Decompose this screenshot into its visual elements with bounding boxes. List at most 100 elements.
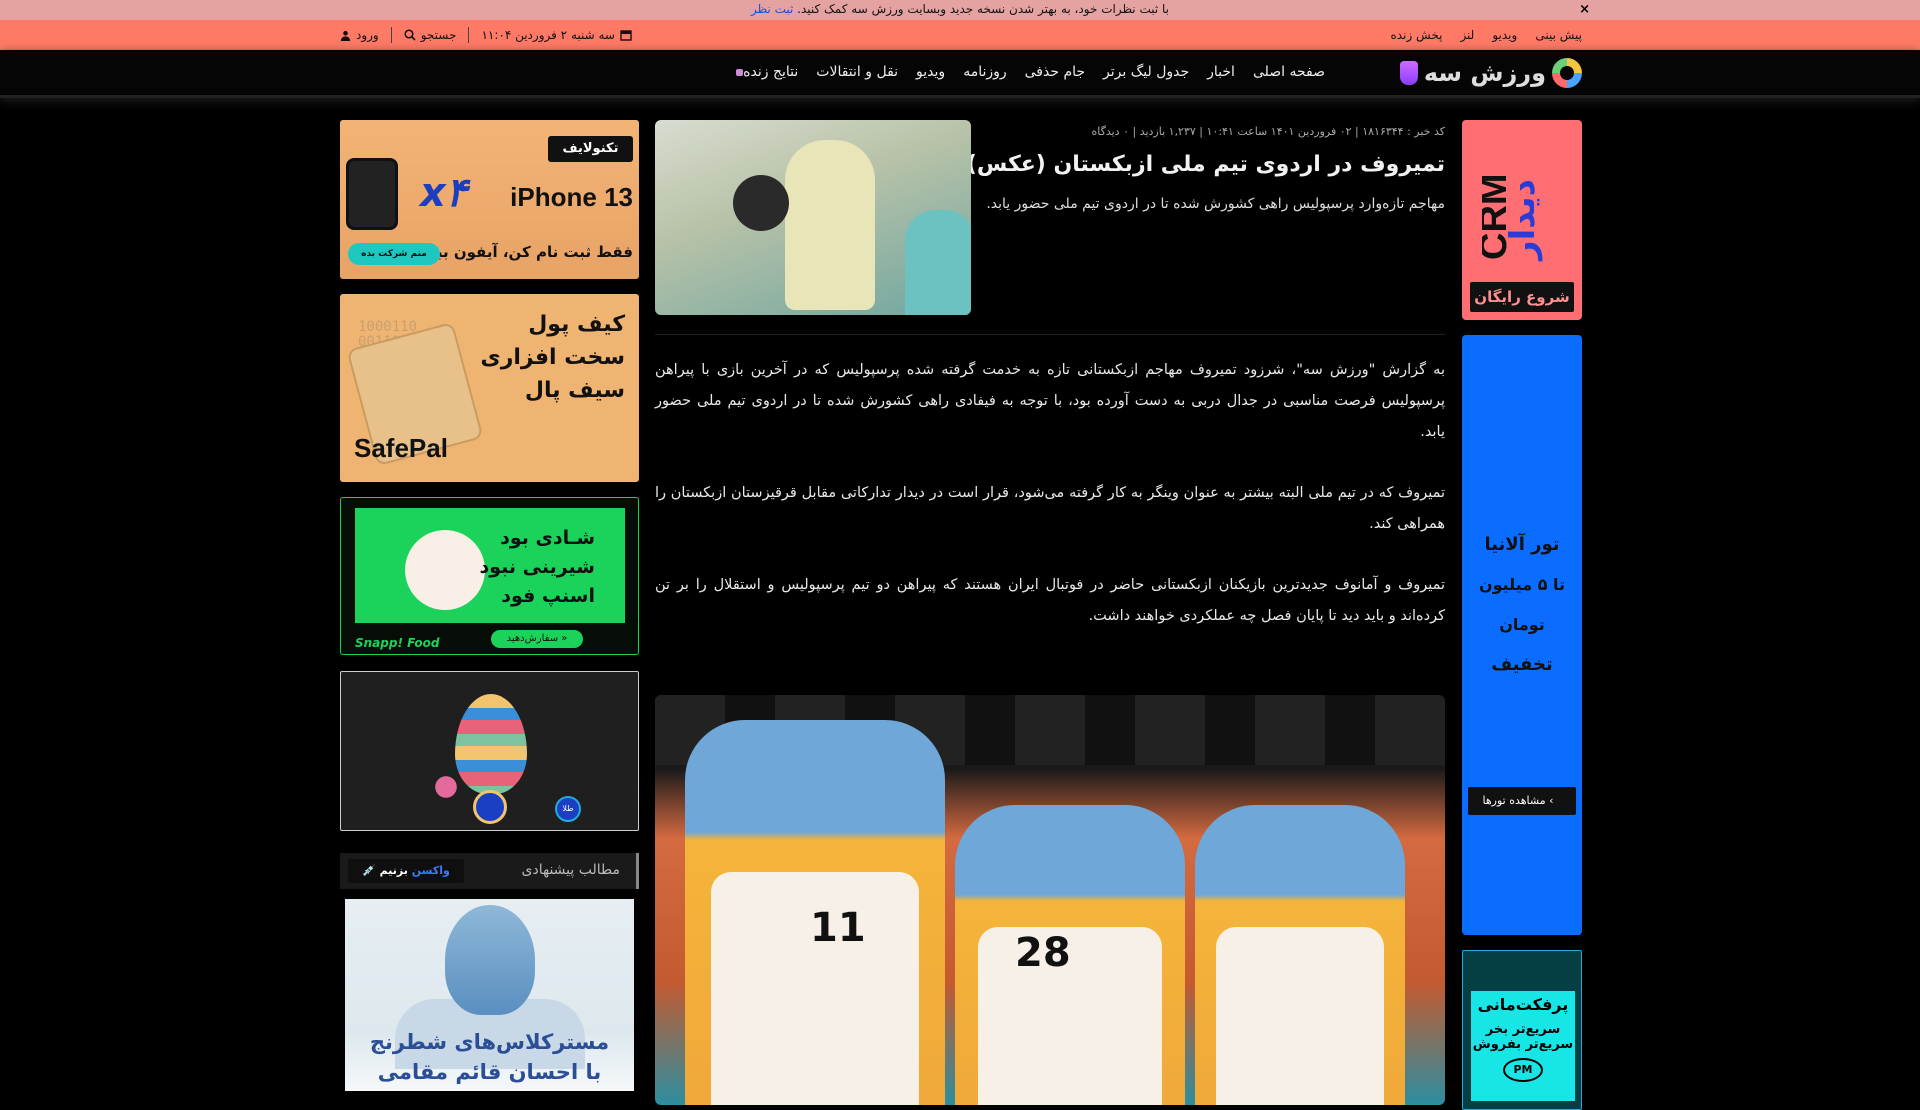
suggested-header: مطالب پیشنهادی واکسن بزنیم 💉	[340, 853, 639, 889]
coin-label: طلا	[562, 804, 574, 813]
crm-word-crm: CRM	[1482, 173, 1515, 260]
suggested-title: مطالب پیشنهادی	[521, 862, 620, 878]
perfectmoney-logo: PM	[1503, 1058, 1543, 1082]
article-paragraph: به گزارش "ورزش سه"، شرزود تمیروف مهاجم ا…	[655, 362, 1445, 440]
top-link-prediction[interactable]: پیش بینی	[1535, 28, 1582, 42]
top-links: پیش بینی ویدیو لنز پخش زنده	[1391, 20, 1582, 50]
x4-label: x۴	[420, 170, 468, 216]
safepal-line: کیف پول	[528, 312, 625, 337]
nav-item-live-results[interactable]: نتایج زنده	[732, 64, 798, 80]
player-figure	[785, 140, 875, 310]
article-thumbnail	[655, 120, 971, 315]
nowruz-ad[interactable]: طلا	[340, 671, 639, 831]
safepal-logo: SafePal	[354, 433, 448, 463]
person-face	[445, 905, 535, 1015]
logo-text: ورزش سه	[1423, 59, 1547, 87]
technolife-cta-text: فقط ثبت نام کن، آیفون ببر!	[420, 243, 633, 261]
perfectmoney-ad[interactable]: پرفکت‌مانی سریع‌تر بخر سریع‌تر بفروش PM	[1462, 950, 1582, 1110]
top-link-lens[interactable]: لنز	[1460, 28, 1474, 42]
search-button[interactable]: جستجو	[404, 28, 457, 42]
top-actions: ورود جستجو سه شنبه ۲ فروردین ۱۱:۰۴	[340, 20, 632, 50]
main-navbar: ورزش سه صفحه اصلی اخبار جدول لیگ برتر جا…	[0, 50, 1920, 98]
nav-item-transfers[interactable]: نقل و انتقالات	[816, 64, 898, 80]
chess-masterclass-card[interactable]: مسترکلاس‌های شطرنج با احسان قائم مقامی	[345, 899, 634, 1091]
nav-item-cup[interactable]: جام حذفی	[1025, 64, 1085, 80]
site-logo[interactable]: ورزش سه	[1399, 58, 1582, 88]
snappfood-line: اسنپ فود	[501, 585, 595, 607]
snappfood-text: شـادی بود شیرینی نبود اسنپ فود	[479, 524, 595, 611]
chess-text: مسترکلاس‌های شطرنج با احسان قائم مقامی	[345, 1027, 634, 1087]
tour-view-button[interactable]: مشاهده تورها ‹	[1468, 787, 1576, 815]
login-label: ورود	[356, 28, 379, 42]
top-bar: پیش بینی ویدیو لنز پخش زنده ورود جستجو س…	[0, 20, 1920, 50]
nav-item-news[interactable]: اخبار	[1207, 64, 1235, 80]
nav-menu: صفحه اصلی اخبار جدول لیگ برتر جام حذفی ر…	[732, 64, 1325, 80]
chess-line: با احسان قائم مقامی	[377, 1060, 602, 1084]
perfectmoney-title: پرفکت‌مانی	[1477, 995, 1569, 1014]
safepal-line: سخت افزاری	[480, 345, 625, 370]
search-icon	[404, 29, 416, 41]
notice-bar: با ثبت نظرات خود، به بهتر شدن نسخه جدید …	[0, 0, 1920, 20]
date-display: سه شنبه ۲ فروردین ۱۱:۰۴	[481, 28, 632, 42]
technolife-join-button[interactable]: منم شرکت بده	[348, 243, 440, 265]
player-figure: 11	[685, 720, 945, 1105]
article-main-photo: 11 28	[655, 695, 1445, 1105]
crm-start-button[interactable]: شروع رایگان	[1470, 282, 1574, 312]
chevron-left-icon: ‹	[1549, 794, 1554, 807]
date-text: سه شنبه ۲ فروردین ۱۱:۰۴	[481, 28, 615, 42]
nav-item-video[interactable]: ویدیو	[916, 64, 945, 80]
jersey-number: 11	[810, 905, 866, 951]
vaccine-banner[interactable]: واکسن بزنیم 💉	[348, 859, 464, 883]
tour-line-1: تور آلانیا	[1484, 534, 1560, 555]
snappfood-order-button[interactable]: سفارش‌دهید »	[491, 630, 583, 648]
top-link-video[interactable]: ویدیو	[1492, 28, 1517, 42]
jersey-number: 28	[1015, 930, 1071, 976]
search-label: جستجو	[420, 28, 457, 42]
snappfood-ad[interactable]: شـادی بود شیرینی نبود اسنپ فود Snapp! Fo…	[340, 497, 639, 655]
jersey	[1216, 926, 1384, 1105]
calendar-icon	[620, 30, 632, 41]
article-lead: مهاجم تازه‌وارد پرسپولیس راهی کشورش شده …	[986, 196, 1445, 212]
coin-icon: طلا	[555, 796, 581, 822]
tour-ad[interactable]: تور آلانیا تا ۵ میلیون تومان تخفیف مشاهد…	[1462, 335, 1582, 935]
iphone-label: iPhone 13	[510, 182, 633, 212]
snappfood-panel: شـادی بود شیرینی نبود اسنپ فود	[355, 508, 625, 623]
article-title: تمیروف در اردوی تیم ملی ازبکستان (عکس)	[966, 152, 1445, 177]
player-figure: 28	[955, 805, 1185, 1105]
snappfood-line: شیرینی نبود	[479, 556, 595, 578]
notice-feedback-link[interactable]: ثبت نظر	[751, 2, 793, 16]
divider	[468, 27, 470, 43]
chess-line: مسترکلاس‌های شطرنج	[369, 1030, 610, 1054]
logo-mark-icon	[1552, 58, 1582, 88]
ball-figure	[733, 175, 789, 231]
perfectmoney-panel: پرفکت‌مانی سریع‌تر بخر سریع‌تر بفروش PM	[1471, 991, 1575, 1101]
article-meta: کد خبر : ۱۸۱۶۳۴۴ | ۰۲ فروردین ۱۴۰۱ ساعت …	[1091, 125, 1445, 138]
perfectmoney-line-1: سریع‌تر بخر	[1485, 1022, 1561, 1037]
login-button[interactable]: ورود	[340, 28, 379, 42]
nav-item-league-table[interactable]: جدول لیگ برتر	[1103, 64, 1189, 80]
tour-line-3: تخفیف	[1491, 654, 1553, 675]
article-paragraph: تمیروف و آمانوف جدیدترین بازیکنان ازبکست…	[655, 577, 1445, 624]
notice-text: با ثبت نظرات خود، به بهتر شدن نسخه جدید …	[797, 2, 1170, 16]
nav-item-newspaper[interactable]: روزنامه	[963, 64, 1006, 80]
safepal-line: سیف پال	[524, 378, 625, 403]
safepal-text: کیف پول سخت افزاری سیف پال	[481, 308, 625, 407]
divider	[390, 27, 392, 43]
safepal-ad[interactable]: 1000110 0011101 1101 کیف پول سخت افزاری …	[340, 294, 639, 482]
divider	[655, 334, 1445, 335]
article-paragraph: تمیروف که در تیم ملی البته بیشتر به عنوا…	[655, 485, 1445, 532]
nav-item-home[interactable]: صفحه اصلی	[1253, 64, 1325, 80]
snappfood-logo: Snapp! Food	[355, 636, 440, 650]
tour-view-label: مشاهده تورها	[1482, 794, 1546, 807]
player-figure	[905, 210, 971, 315]
egg-image	[455, 694, 527, 794]
vaccine-word: واکسن	[411, 864, 450, 877]
top-link-live[interactable]: پخش زنده	[1391, 28, 1443, 42]
close-icon[interactable]: ×	[1579, 1, 1590, 19]
syringe-icon: 💉	[362, 864, 376, 877]
crm-ad[interactable]: دیدار CRM شروع رایگان	[1462, 120, 1582, 320]
article-body: به گزارش "ورزش سه"، شرزود تمیروف مهاجم ا…	[655, 355, 1445, 662]
tour-text: تور آلانیا تا ۵ میلیون تومان تخفیف	[1462, 525, 1582, 685]
hand-icon	[1399, 61, 1418, 85]
technolife-ad[interactable]: تکنولایف iPhone 13 x۴ فقط ثبت نام کن، آی…	[340, 120, 639, 279]
